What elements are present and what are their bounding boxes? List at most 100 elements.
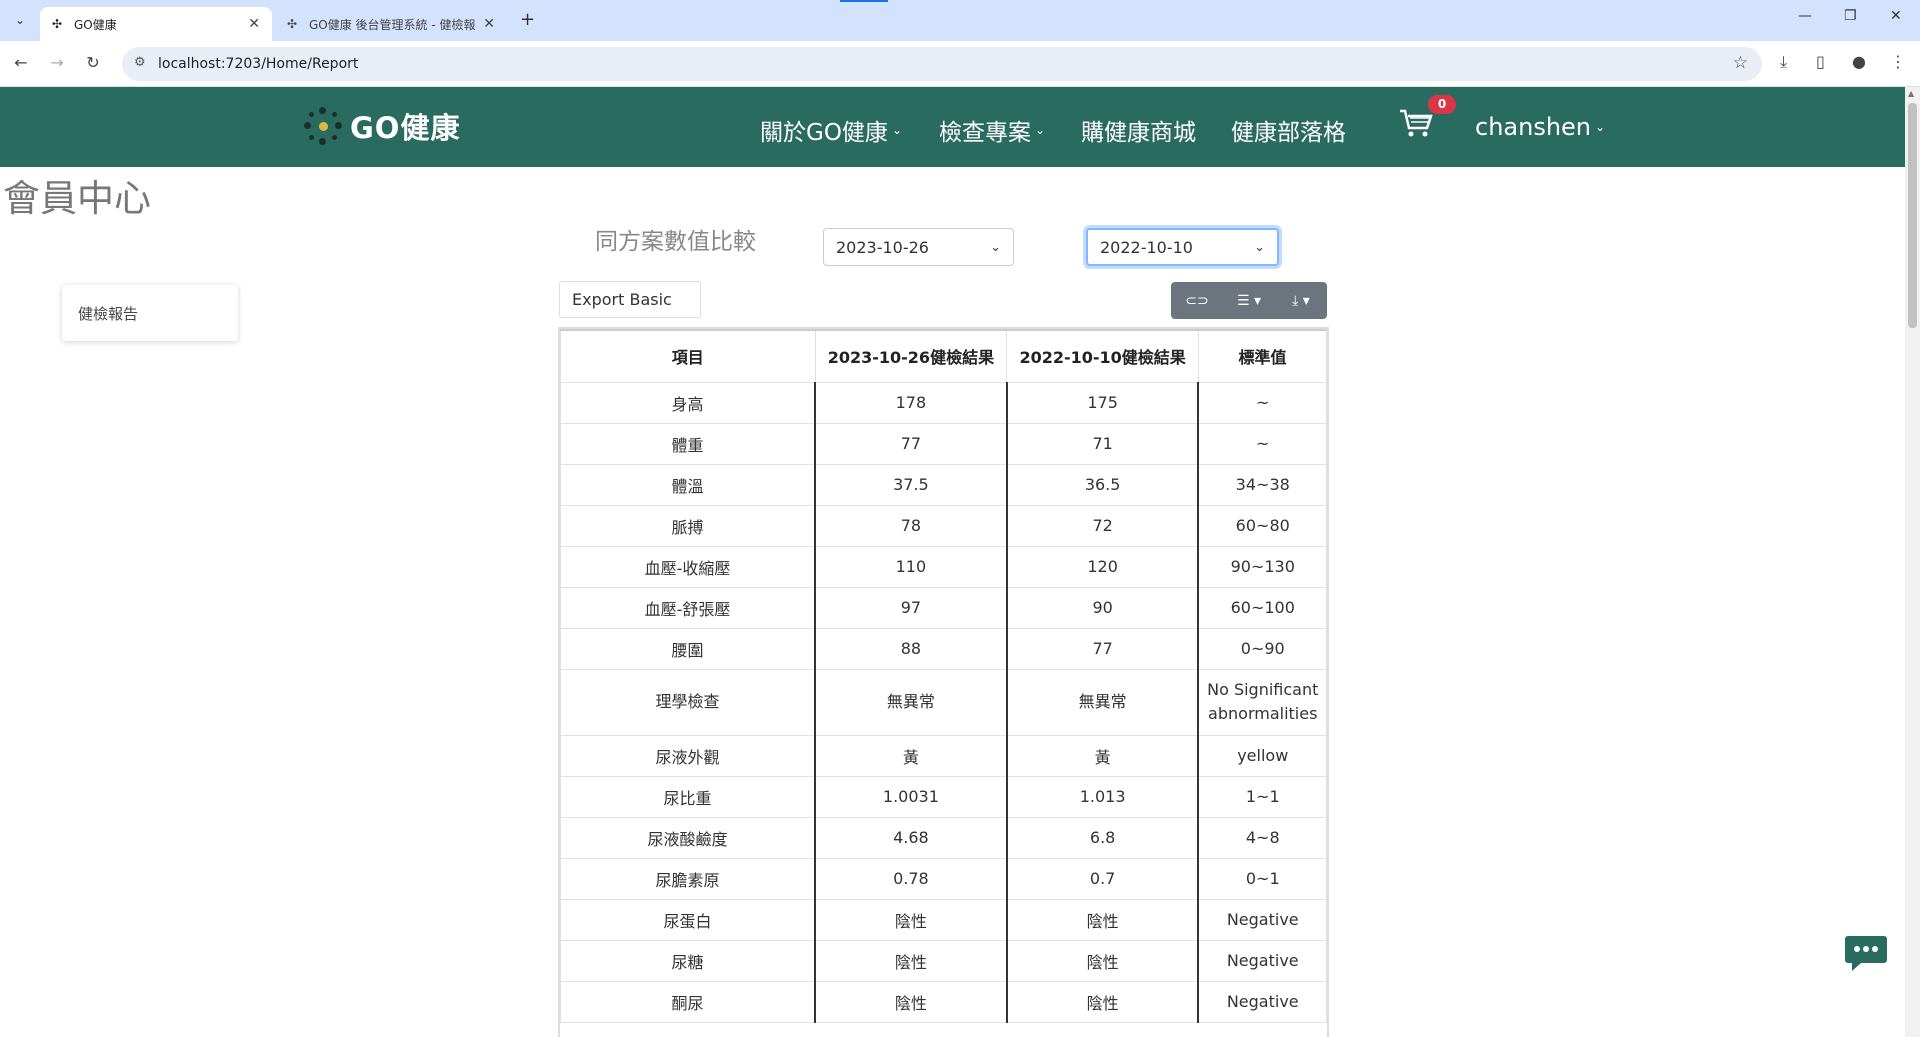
logo-icon — [304, 107, 342, 145]
tab-admin-system[interactable]: ✣ GO健康 後台管理系統 - 健檢報 ✕ — [275, 7, 507, 41]
cart-icon[interactable] — [1398, 107, 1434, 147]
table-row: 理學檢查 無異常 無異常 No Significant abnormalities — [560, 668, 1328, 736]
table-cell: 120 — [1005, 545, 1199, 588]
tab-indicator — [840, 0, 888, 2]
bookmark-star-icon[interactable]: ☆ — [1733, 53, 1748, 73]
table-cell: 77 — [814, 422, 1008, 465]
sidebar-item-health-report[interactable]: 健檢報告 — [62, 285, 238, 341]
table-cell: 陰性 — [814, 898, 1008, 941]
address-bar[interactable]: ⚙ localhost:7203/Home/Report ☆ — [122, 47, 1762, 81]
table-row: 身高 178 175 ~ — [560, 381, 1328, 424]
table-cell: 尿液酸鹼度 — [560, 816, 816, 859]
table-cell: 尿膽素原 — [560, 857, 816, 900]
column-header-date2[interactable]: 2022-10-10健檢結果 — [1006, 329, 1199, 383]
columns-dropdown-icon[interactable]: ☰ ▾ — [1223, 293, 1275, 309]
export-type-select[interactable]: Export Basic — [559, 281, 701, 318]
table-row: 尿液外觀黃黃 yellow — [560, 734, 1328, 777]
nav-blog[interactable]: 健康部落格 — [1231, 113, 1346, 147]
user-menu[interactable]: chanshen ⌄ — [1475, 113, 1605, 141]
side-panel-icon[interactable]: ▯ — [1816, 52, 1825, 71]
table-cell: Negative — [1197, 939, 1328, 982]
table-cell: 36.5 — [1005, 463, 1199, 506]
nav-about[interactable]: 關於GO健康 ⌄ — [760, 113, 902, 147]
chevron-down-icon: ⌄ — [990, 239, 1001, 255]
reload-icon[interactable]: ↻ — [82, 53, 104, 72]
cart-count-badge: 0 — [1428, 95, 1456, 114]
page-scrollbar[interactable]: ▲ — [1905, 87, 1920, 1037]
table-row: 尿比重 1.0031 1.013 1~1 — [560, 775, 1328, 818]
export-dropdown-icon[interactable]: ⤓ ▾ — [1275, 293, 1327, 309]
chat-icon[interactable] — [1844, 933, 1888, 973]
column-header-item[interactable]: 項目 — [560, 329, 816, 383]
scroll-up-icon[interactable]: ▲ — [1908, 89, 1914, 98]
table-cell: 體重 — [560, 422, 816, 465]
scrollbar-thumb[interactable] — [1908, 103, 1917, 328]
column-header-date1[interactable]: 2023-10-26健檢結果 — [814, 329, 1008, 383]
profile-icon[interactable]: ● — [1852, 52, 1866, 71]
nav-shop[interactable]: 購健康商城 — [1081, 113, 1196, 147]
download-icon[interactable]: ⤓ — [1780, 52, 1787, 72]
table-cell: 34~38 — [1197, 463, 1328, 506]
table-cell: 無異常 — [814, 668, 1008, 736]
table-cell: ~ — [1197, 381, 1328, 424]
table-cell: 71 — [1005, 422, 1199, 465]
table-cell: 1~1 — [1197, 775, 1328, 818]
table-cell: 尿比重 — [560, 775, 816, 818]
logo-text: GO健康 — [350, 111, 461, 145]
table-toolbar: ⊂⊃ ☰ ▾ ⤓ ▾ — [1171, 282, 1327, 319]
table-cell: 90~130 — [1197, 545, 1328, 588]
date-select-2[interactable]: 2022-10-10 ⌄ — [1086, 228, 1279, 266]
back-icon[interactable]: ← — [10, 53, 32, 72]
table-cell: 尿蛋白 — [560, 898, 816, 941]
close-tab-icon[interactable]: ✕ — [483, 16, 495, 32]
table-cell: 體溫 — [560, 463, 816, 506]
table-row: 體溫 37.5 36.5 34~38 — [560, 463, 1328, 506]
table-cell: 脈搏 — [560, 504, 816, 547]
site-info-icon[interactable]: ⚙ — [134, 55, 146, 70]
tab-title: GO健康 — [74, 17, 117, 32]
table-cell: 理學檢查 — [560, 668, 816, 736]
minimize-icon[interactable]: — — [1798, 8, 1812, 24]
site-favicon-icon: ✣ — [52, 17, 63, 31]
tab-search-chevron-icon[interactable]: ⌄ — [8, 8, 32, 32]
table-cell: 陰性 — [1005, 980, 1199, 1023]
table-row: 血壓-舒張壓 97 90 60~100 — [560, 586, 1328, 629]
table-cell: 88 — [814, 627, 1008, 670]
forward-icon[interactable]: → — [46, 53, 68, 72]
table-cell: 陰性 — [814, 980, 1008, 1023]
site-logo[interactable]: GO健康 — [304, 105, 460, 147]
tab-title: GO健康 後台管理系統 - 健檢報 — [309, 17, 476, 32]
nav-exam-plans[interactable]: 檢查專案 ⌄ — [939, 113, 1045, 147]
tab-go-health[interactable]: ✣ GO健康 ✕ — [40, 7, 272, 41]
table-cell: 0~90 — [1197, 627, 1328, 670]
table-row: 尿蛋白 陰性 陰性 Negative — [560, 898, 1328, 941]
table-cell: 97 — [814, 586, 1008, 629]
table-cell: 黃 — [814, 734, 1008, 777]
table-cell: 酮尿 — [560, 980, 816, 1023]
column-header-standard[interactable]: 標準值 — [1197, 329, 1328, 383]
export-type-label: Export Basic — [572, 290, 672, 309]
table-cell: 陰性 — [1005, 898, 1199, 941]
close-tab-icon[interactable]: ✕ — [248, 16, 260, 32]
browser-toolbar: ← → ↻ ⚙ localhost:7203/Home/Report ☆ ⤓ ▯… — [0, 41, 1920, 87]
table-row: 腰圍 88 77 0~90 — [560, 627, 1328, 670]
table-cell: 血壓-收縮壓 — [560, 545, 816, 588]
new-tab-button[interactable]: + — [520, 9, 535, 30]
restore-icon[interactable]: ❐ — [1844, 8, 1857, 24]
table-cell: 60~80 — [1197, 504, 1328, 547]
close-window-icon[interactable]: ✕ — [1890, 8, 1902, 24]
table-cell: 72 — [1005, 504, 1199, 547]
chevron-down-icon: ⌄ — [1035, 123, 1046, 137]
table-cell: 陰性 — [1005, 939, 1199, 982]
chevron-down-icon: ⌄ — [1595, 120, 1606, 134]
nav-label: 關於GO健康 — [760, 120, 888, 146]
table-cell: Negative — [1197, 898, 1328, 941]
date-select-1[interactable]: 2023-10-26 ⌄ — [823, 228, 1014, 266]
more-menu-icon[interactable]: ⋮ — [1890, 52, 1906, 71]
table-row: 尿液酸鹼度 4.68 6.8 4~8 — [560, 816, 1328, 859]
table-cell: 77 — [1005, 627, 1199, 670]
table-cell: 78 — [814, 504, 1008, 547]
toggle-icon[interactable]: ⊂⊃ — [1171, 293, 1223, 309]
table-cell: 血壓-舒張壓 — [560, 586, 816, 629]
table-cell: 6.8 — [1005, 816, 1199, 859]
